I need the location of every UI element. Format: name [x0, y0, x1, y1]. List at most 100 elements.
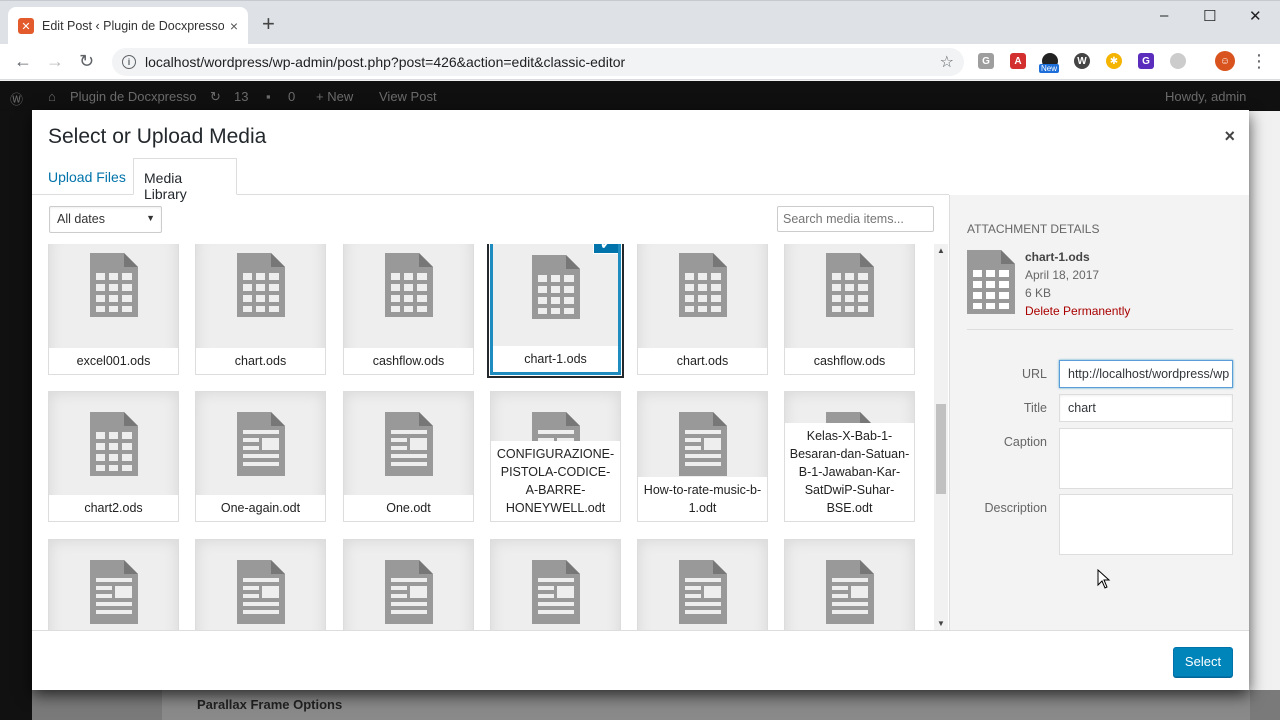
- extension-g-icon[interactable]: G: [978, 53, 994, 69]
- attachment-filename-label: cashflow.ods: [785, 348, 914, 374]
- window-close-icon[interactable]: ✕: [1249, 7, 1262, 25]
- caption-textarea[interactable]: [1059, 428, 1233, 489]
- attachment-item[interactable]: Kelas-X-Bab-1-Besaran-dan-Satuan-B-1-Jaw…: [784, 391, 915, 522]
- attachment-filename-label: chart-1.ods: [493, 346, 618, 372]
- spreadsheet-file-icon: [967, 250, 1015, 317]
- select-button[interactable]: Select: [1173, 647, 1233, 677]
- title-label: Title: [1023, 401, 1047, 415]
- attachment-item[interactable]: [343, 539, 474, 630]
- attachment-item[interactable]: CONFIGURAZIONE-PISTOLA-CODICE-A-BARRE-HO…: [490, 391, 621, 522]
- gear-extension-icon[interactable]: ✱: [1106, 53, 1122, 69]
- document-file-icon: [531, 560, 580, 627]
- tab-media-library[interactable]: Media Library: [133, 158, 237, 202]
- attachment-date: April 18, 2017: [1025, 268, 1100, 282]
- attachment-filename-label: cashflow.ods: [344, 348, 473, 374]
- attachment-item[interactable]: One-again.odt: [195, 391, 326, 522]
- admin-new-link[interactable]: + New: [316, 89, 353, 104]
- details-divider: [967, 329, 1233, 330]
- admin-site-name[interactable]: Plugin de Docxpresso: [70, 89, 196, 104]
- wordpress-logo-icon[interactable]: Ⓦ: [10, 89, 23, 108]
- updates-count[interactable]: 13: [234, 89, 248, 104]
- document-file-icon: [89, 560, 138, 627]
- wp-admin-bar: Ⓦ ⌂ Plugin de Docxpresso ↻ 13 ▪ 0 + New …: [0, 81, 1280, 111]
- updates-icon[interactable]: ↻: [210, 89, 221, 105]
- attachment-filename-label: Kelas-X-Bab-1-Besaran-dan-Satuan-B-1-Jaw…: [785, 423, 914, 521]
- extension-purple-icon[interactable]: G: [1138, 53, 1154, 69]
- pdf-extension-icon[interactable]: A: [1010, 53, 1026, 69]
- attachment-item[interactable]: How-to-rate-music-b-1.odt: [637, 391, 768, 522]
- attachment-item[interactable]: chart.ods: [195, 244, 326, 375]
- attachment-details-heading: Attachment Details: [967, 222, 1100, 236]
- document-file-icon: [678, 560, 727, 627]
- forward-icon[interactable]: →: [46, 51, 64, 71]
- attachment-item[interactable]: [784, 539, 915, 630]
- bookmark-star-icon[interactable]: ☆: [940, 52, 954, 72]
- attachment-details-sidebar: Attachment Details chart-1.ods April 18,…: [949, 195, 1249, 630]
- title-field[interactable]: chart: [1059, 394, 1233, 422]
- admin-howdy[interactable]: Howdy, admin: [1165, 89, 1246, 104]
- attachment-item[interactable]: cashflow.ods: [343, 244, 474, 375]
- attachment-filename-label: chart.ods: [196, 348, 325, 374]
- media-modal: Select or Upload Media × Upload Files Me…: [32, 110, 1249, 690]
- scroll-up-icon[interactable]: ▲: [937, 246, 945, 255]
- search-media-input[interactable]: [777, 206, 934, 232]
- scroll-down-icon[interactable]: ▼: [937, 619, 945, 628]
- comments-count[interactable]: 0: [288, 89, 295, 104]
- tab-upload-files[interactable]: Upload Files: [38, 158, 136, 195]
- attachment-item[interactable]: [637, 539, 768, 630]
- browser-tab[interactable]: ✕ Edit Post ‹ Plugin de Docxpresso ×: [8, 7, 248, 45]
- attachment-item[interactable]: One.odt: [343, 391, 474, 522]
- scrollbar-thumb[interactable]: [936, 404, 946, 494]
- address-url[interactable]: localhost/wordpress/wp-admin/post.php?po…: [145, 54, 625, 70]
- spreadsheet-file-icon: [825, 253, 874, 320]
- media-toolbar: All dates ▼: [32, 196, 949, 244]
- caption-label: Caption: [1003, 435, 1047, 449]
- tab-close-icon[interactable]: ×: [230, 18, 238, 34]
- menu-kebab-icon[interactable]: ⋮: [1250, 51, 1268, 71]
- attachment-item[interactable]: excel001.ods: [48, 244, 179, 375]
- attachment-item[interactable]: [490, 539, 621, 630]
- attachment-filename-label: excel001.ods: [49, 348, 178, 374]
- document-file-icon: [825, 560, 874, 627]
- minimize-icon[interactable]: –: [1160, 7, 1168, 24]
- wordpress-extension-icon[interactable]: W: [1074, 53, 1090, 69]
- url-field[interactable]: http://localhost/wordpress/wp: [1059, 360, 1233, 388]
- comments-icon[interactable]: ▪: [266, 89, 271, 104]
- modal-footer: Select: [32, 630, 1249, 690]
- info-icon[interactable]: i: [122, 55, 136, 69]
- wp-admin-sidebar: [0, 111, 32, 720]
- extension-circle-icon[interactable]: [1170, 53, 1186, 69]
- back-icon[interactable]: ←: [14, 51, 32, 71]
- delete-permanently-link[interactable]: Delete Permanently: [1025, 302, 1130, 320]
- spreadsheet-file-icon: [89, 253, 138, 320]
- attachment-item[interactable]: [48, 539, 179, 630]
- xampp-favicon-icon: ✕: [18, 18, 34, 34]
- browser-navbar: ← → ↻ i localhost/wordpress/wp-admin/pos…: [0, 44, 1280, 80]
- parallax-frame-options-label[interactable]: Parallax Frame Options: [197, 697, 342, 712]
- attachment-item[interactable]: [195, 539, 326, 630]
- modal-close-icon[interactable]: ×: [1224, 126, 1235, 147]
- spreadsheet-file-icon: [89, 412, 138, 479]
- attachment-item[interactable]: cashflow.ods: [784, 244, 915, 375]
- attachment-item[interactable]: chart2.ods: [48, 391, 179, 522]
- selected-check-icon[interactable]: ✔: [593, 244, 618, 254]
- profile-avatar[interactable]: ☺: [1215, 51, 1235, 71]
- url-label: URL: [1021, 367, 1047, 381]
- description-textarea[interactable]: [1059, 494, 1233, 555]
- reload-icon[interactable]: ↻: [79, 51, 94, 71]
- page-bottom-strip: Parallax Frame Options: [32, 690, 1280, 720]
- home-icon[interactable]: ⌂: [48, 89, 56, 104]
- document-file-icon: [236, 560, 285, 627]
- spreadsheet-file-icon: [531, 255, 580, 322]
- attachment-item[interactable]: chart-1.ods ✔: [490, 244, 621, 375]
- admin-view-post[interactable]: View Post: [379, 89, 437, 104]
- grid-scrollbar[interactable]: ▲ ▼: [934, 244, 948, 630]
- maximize-icon[interactable]: ☐: [1203, 7, 1216, 25]
- address-bar[interactable]: i localhost/wordpress/wp-admin/post.php?…: [112, 48, 964, 76]
- attachment-item[interactable]: chart.ods: [637, 244, 768, 375]
- modal-title: Select or Upload Media: [48, 125, 267, 148]
- document-file-icon: [384, 560, 433, 627]
- document-file-icon: [678, 412, 727, 479]
- new-tab-button[interactable]: +: [262, 13, 275, 35]
- date-filter-select[interactable]: All dates ▼: [49, 206, 162, 233]
